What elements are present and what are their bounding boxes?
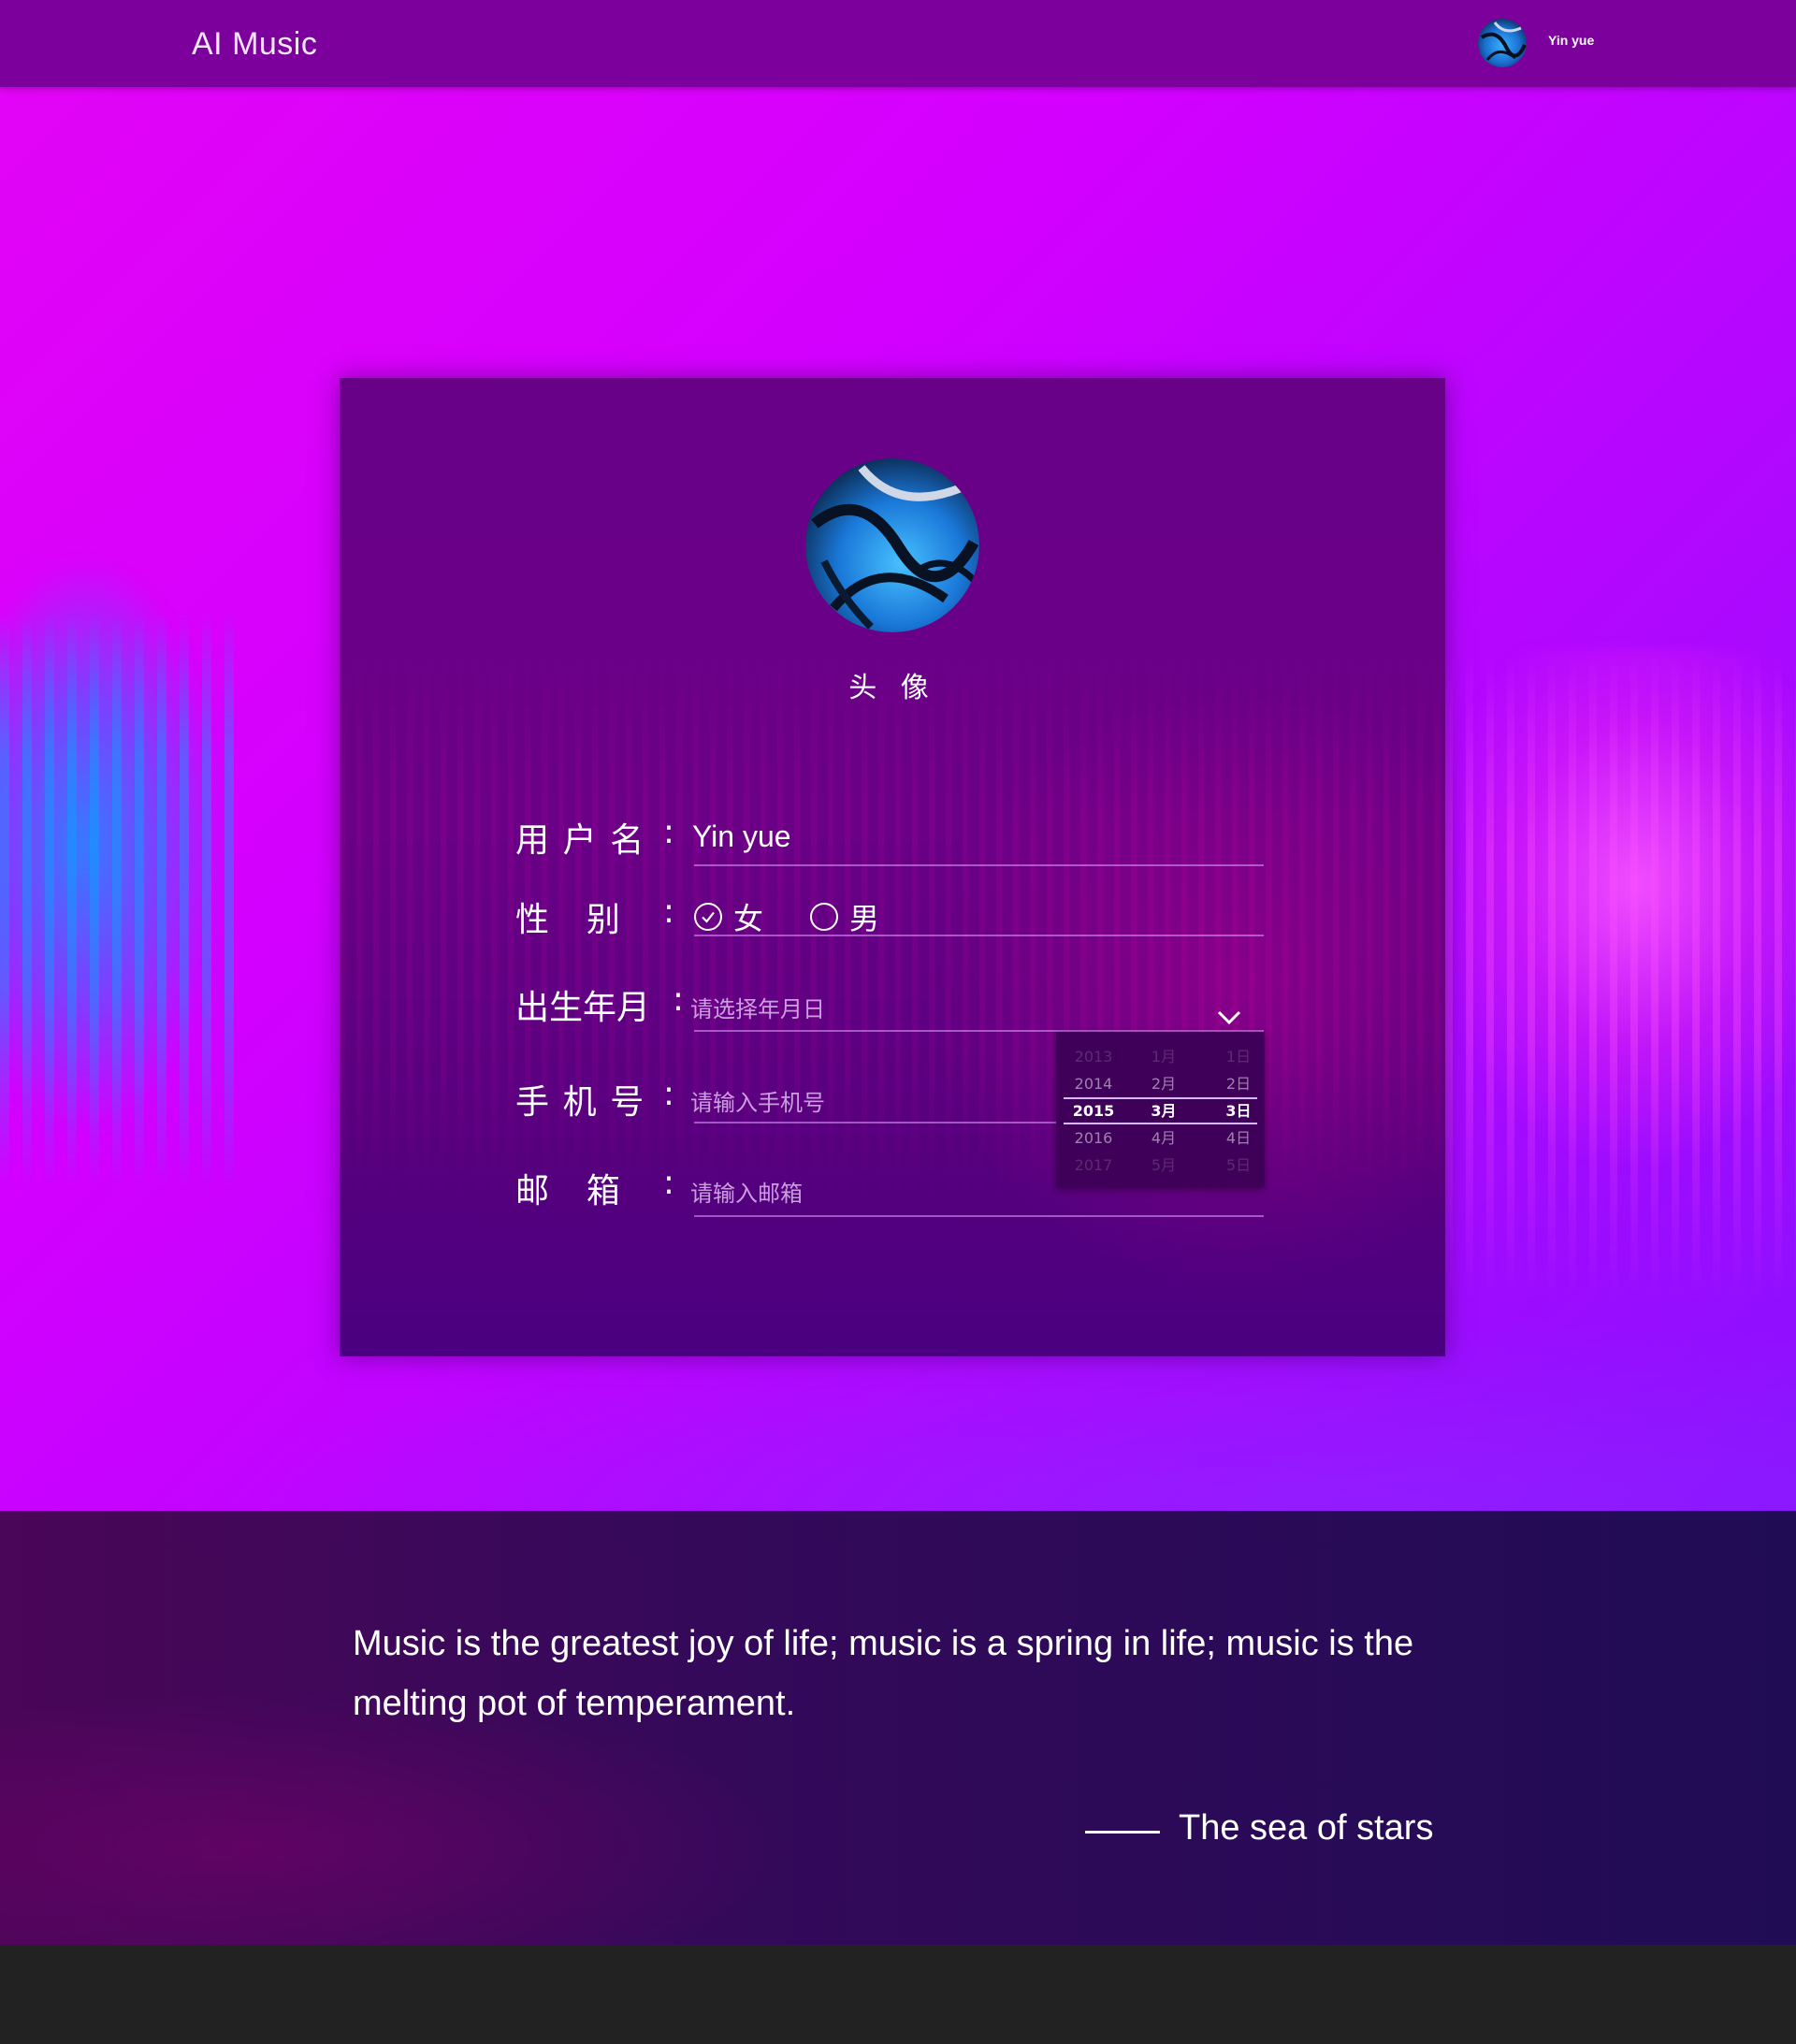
day-option[interactable]: 1日 bbox=[1206, 1043, 1271, 1070]
year-column[interactable]: 2013 2014 2015 2016 2017 bbox=[1061, 1043, 1126, 1179]
label-char: 户 bbox=[562, 821, 597, 860]
label-char: 性 bbox=[515, 901, 550, 939]
birthdate-select[interactable] bbox=[690, 991, 1083, 1028]
month-option[interactable]: 5月 bbox=[1131, 1152, 1196, 1179]
birthdate-label: 出生年月: bbox=[515, 980, 684, 1029]
quote-author: The sea of stars bbox=[1179, 1808, 1434, 1848]
nav-username[interactable]: Yin yue bbox=[1548, 33, 1594, 48]
month-column[interactable]: 1月 2月 3月 4月 5月 bbox=[1131, 1043, 1196, 1179]
quote-section: Music is the greatest joy of life; music… bbox=[0, 1511, 1796, 1945]
day-option[interactable]: 4日 bbox=[1206, 1124, 1271, 1152]
sound-wave-stripes-left bbox=[0, 611, 234, 1191]
label-char: 名 bbox=[610, 821, 645, 860]
label-colon: : bbox=[662, 1164, 674, 1202]
label-colon: : bbox=[672, 980, 684, 1019]
gender-underline bbox=[694, 935, 1264, 936]
profile-card: 头 像 用 户 名: Yin yue 性 别: 女 男 出生年月: 请选择年月日… bbox=[340, 378, 1445, 1356]
day-column[interactable]: 1日 2日 3日 4日 5日 bbox=[1206, 1043, 1271, 1179]
gender-radio-female[interactable]: 女 bbox=[694, 895, 763, 938]
quote-text: Music is the greatest joy of life; music… bbox=[353, 1624, 1414, 1723]
username-underline bbox=[694, 864, 1264, 866]
year-option[interactable]: 2017 bbox=[1061, 1152, 1126, 1179]
top-navbar: AI Music Yin yue bbox=[0, 0, 1796, 87]
month-option[interactable]: 1月 bbox=[1131, 1043, 1196, 1070]
brand-logo-text[interactable]: AI Music bbox=[192, 26, 317, 63]
label-colon: : bbox=[662, 892, 674, 931]
quote-dash bbox=[1085, 1831, 1160, 1834]
email-underline bbox=[694, 1215, 1264, 1217]
username-label: 用 户 名: bbox=[515, 813, 674, 862]
sound-wave-stripes-right bbox=[1445, 648, 1796, 1303]
page-footer bbox=[0, 1945, 1796, 2044]
label-char: 用 bbox=[515, 821, 550, 860]
label-char: 手 bbox=[515, 1083, 550, 1122]
email-label: 邮 箱: bbox=[515, 1164, 674, 1212]
year-option[interactable]: 2014 bbox=[1061, 1070, 1126, 1097]
avatar-label: 头 像 bbox=[848, 672, 936, 704]
label-colon: : bbox=[662, 813, 674, 851]
label-char: 别 bbox=[586, 901, 620, 939]
phone-input[interactable] bbox=[690, 1084, 1083, 1122]
gender-option-label: 男 bbox=[849, 901, 880, 936]
label-char: 机 bbox=[562, 1083, 597, 1122]
date-picker-popup[interactable]: 2013 2014 2015 2016 2017 1月 2月 3月 4月 5月 … bbox=[1056, 1032, 1265, 1188]
empty-circle-icon bbox=[810, 903, 838, 931]
day-option[interactable]: 5日 bbox=[1206, 1152, 1271, 1179]
label-text: 出生年月 bbox=[515, 989, 651, 1027]
gender-label: 性 别: bbox=[515, 892, 674, 941]
phone-label: 手 机 号: bbox=[515, 1075, 674, 1123]
check-circle-icon bbox=[694, 903, 722, 931]
gender-option-label: 女 bbox=[733, 901, 764, 936]
year-option-selected[interactable]: 2015 bbox=[1061, 1097, 1126, 1124]
year-option[interactable]: 2016 bbox=[1061, 1124, 1126, 1152]
day-option[interactable]: 2日 bbox=[1206, 1070, 1271, 1097]
user-avatar-icon[interactable] bbox=[1478, 19, 1527, 67]
month-option[interactable]: 2月 bbox=[1131, 1070, 1196, 1097]
month-option[interactable]: 4月 bbox=[1131, 1124, 1196, 1152]
username-field[interactable]: Yin yue bbox=[692, 819, 791, 854]
month-option-selected[interactable]: 3月 bbox=[1131, 1097, 1196, 1124]
day-option-selected[interactable]: 3日 bbox=[1206, 1097, 1271, 1124]
email-input[interactable] bbox=[690, 1175, 1083, 1212]
profile-avatar-icon[interactable] bbox=[805, 458, 979, 632]
chevron-down-icon[interactable] bbox=[1215, 1007, 1243, 1027]
label-char: 箱 bbox=[586, 1172, 620, 1210]
label-char: 号 bbox=[610, 1083, 645, 1122]
hero-background: 头 像 用 户 名: Yin yue 性 别: 女 男 出生年月: 请选择年月日… bbox=[0, 87, 1796, 1511]
gender-radio-male[interactable]: 男 bbox=[810, 895, 879, 938]
label-char: 邮 bbox=[515, 1172, 550, 1210]
label-colon: : bbox=[662, 1075, 674, 1113]
year-option[interactable]: 2013 bbox=[1061, 1043, 1126, 1070]
